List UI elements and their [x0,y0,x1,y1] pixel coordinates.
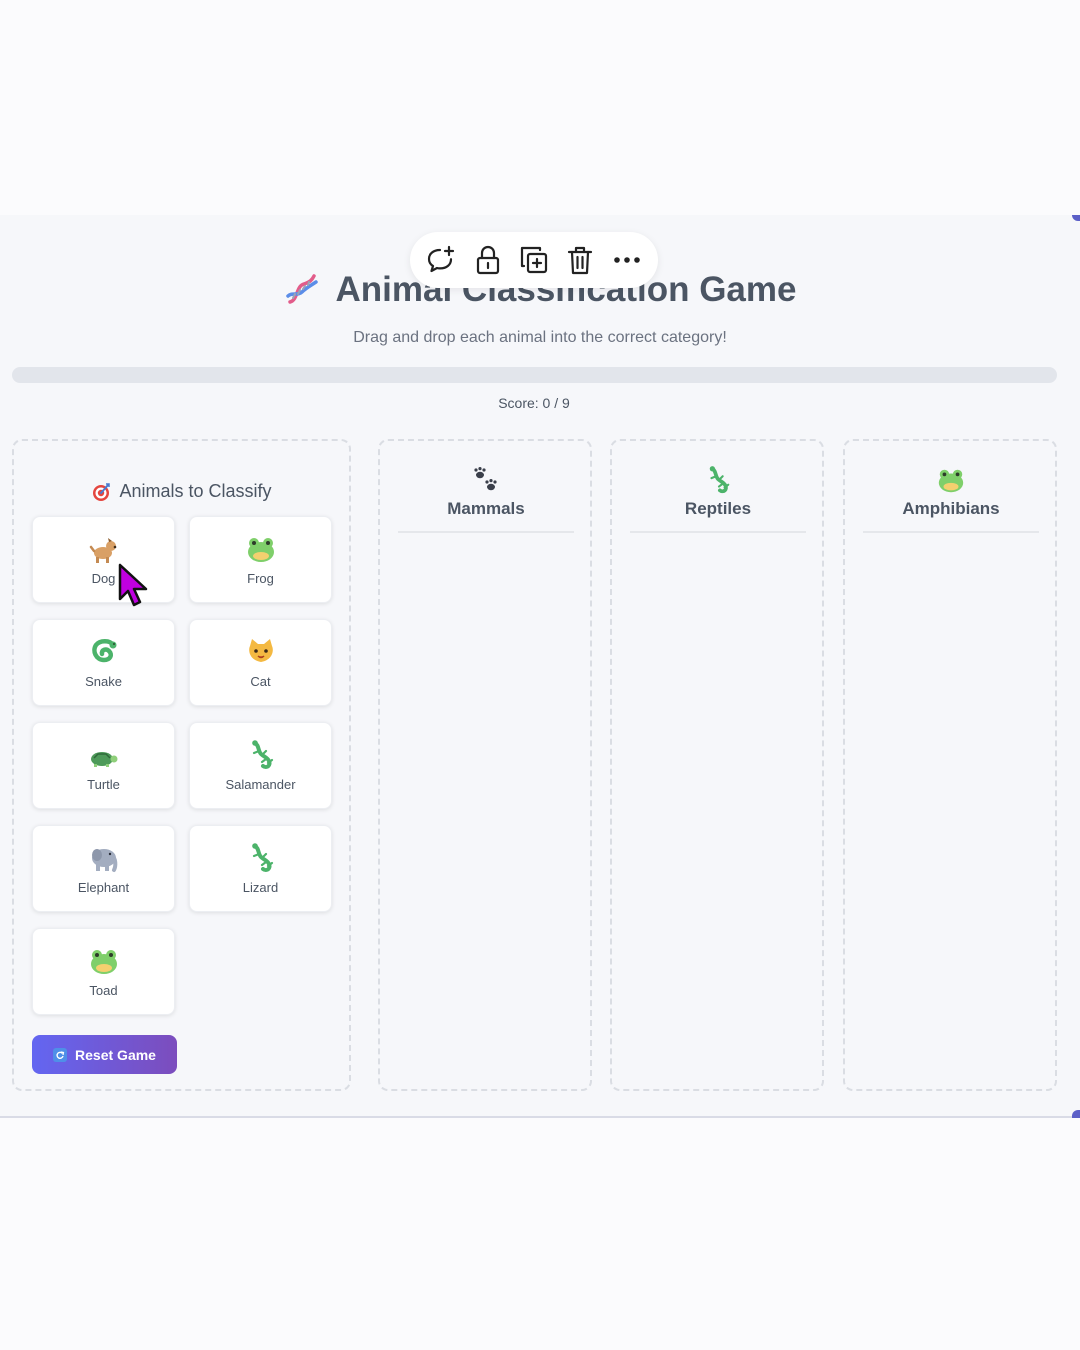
duplicate-button[interactable] [516,242,552,278]
elephant-icon [91,849,117,872]
lizard-icon [251,740,273,770]
animal-card-salamander[interactable]: Salamander [189,722,332,809]
animal-card-cat[interactable]: Cat [189,619,332,706]
reset-label: Reset Game [75,1046,156,1063]
frame-selection-handle[interactable] [1072,1110,1080,1118]
animal-label: Salamander [225,777,296,792]
category-dropzone-mammals[interactable]: Mammals [378,439,592,1091]
lock-button[interactable] [470,242,506,278]
animal-label: Dog [91,571,116,586]
comment-add-icon [428,245,455,273]
dog-icon [89,538,116,563]
frog-icon [938,469,964,493]
score-display: Score: 0 / 9 [498,395,570,411]
animal-label: Turtle [87,777,120,792]
animal-label: Snake [85,674,122,689]
more-options-button[interactable] [609,242,645,278]
refresh-icon [53,1047,68,1062]
progress-bar [12,367,1057,383]
delete-button[interactable] [562,242,598,278]
animal-label: Cat [250,674,271,689]
frog-icon [247,538,274,562]
animal-label: Frog [247,571,274,586]
trash-icon [568,246,593,275]
category-title: Reptiles [684,499,752,518]
category-title: Amphibians [902,499,1000,518]
mouse-cursor-icon [118,563,148,607]
animal-card-turtle[interactable]: Turtle [32,722,175,809]
animal-label: Toad [89,983,118,998]
snake-icon [91,639,116,663]
category-dropzone-amphibians[interactable]: Amphibians [843,439,1057,1091]
element-toolbar [410,232,658,288]
lizard-icon [251,843,273,873]
animal-card-toad[interactable]: Toad [32,928,175,1015]
category-title: Mammals [447,499,525,518]
category-header: Mammals [398,465,574,533]
instructions-text: Drag and drop each animal into the corre… [353,329,727,346]
source-title: Animals to Classify [119,481,272,501]
category-header: Reptiles [630,465,806,533]
more-icon [613,257,640,263]
animal-label: Elephant [77,880,130,895]
target-icon [93,482,111,501]
frog-icon [90,950,117,974]
reset-game-button[interactable]: Reset Game [32,1035,177,1074]
lizard-icon [709,466,730,494]
animal-card-elephant[interactable]: Elephant [32,825,175,912]
animal-card-dog[interactable]: Dog [32,516,175,603]
animal-card-frog[interactable]: Frog [189,516,332,603]
cat-icon [248,639,273,662]
animals-source-panel[interactable]: Animals to Classify Dog Frog Snake Cat T… [12,439,351,1091]
source-header: Animals to Classify [14,481,349,502]
duplicate-icon [520,246,548,274]
category-dropzone-reptiles[interactable]: Reptiles [610,439,824,1091]
lock-icon [476,245,499,275]
paw-prints-icon [474,467,497,491]
turtle-icon [90,752,117,767]
animal-card-lizard[interactable]: Lizard [189,825,332,912]
dna-icon [285,274,318,304]
category-header: Amphibians [863,465,1039,533]
animal-card-snake[interactable]: Snake [32,619,175,706]
add-comment-button[interactable] [423,242,459,278]
animal-label: Lizard [242,880,279,895]
